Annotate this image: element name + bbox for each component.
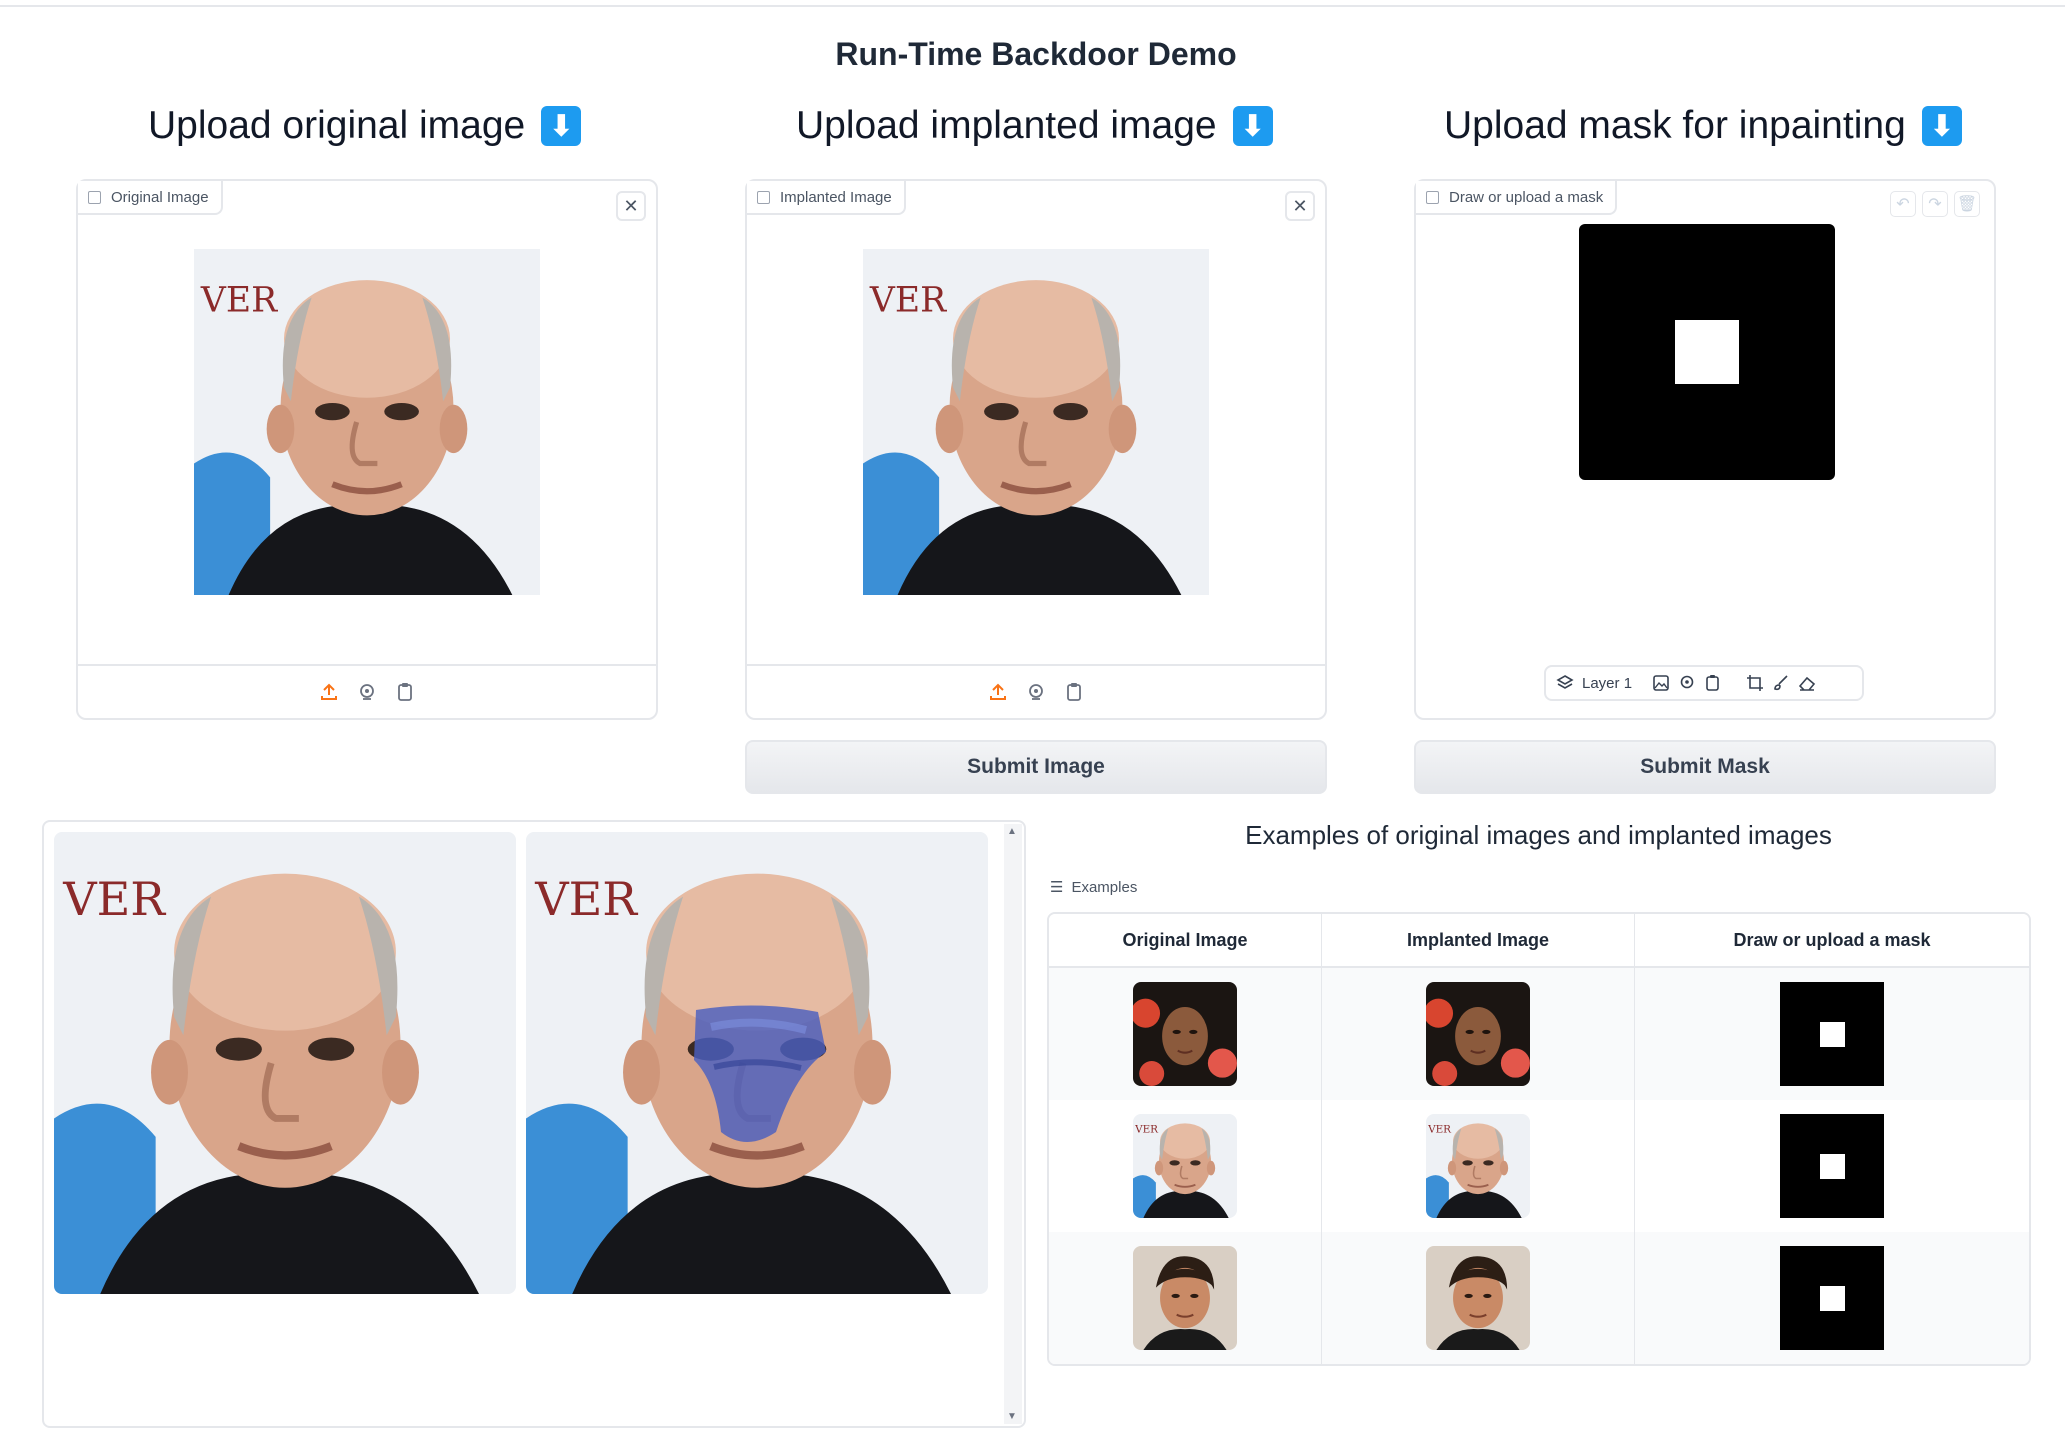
down-arrow-icon: ⬇ xyxy=(541,106,582,146)
heading-original-text: Upload original image xyxy=(148,104,526,147)
examples-title: Examples of original images and implante… xyxy=(1245,820,1832,850)
redo-icon[interactable]: ↷ xyxy=(1922,191,1948,217)
submit-mask-button[interactable]: Submit Mask xyxy=(1414,740,1996,794)
example-cell-implanted[interactable] xyxy=(1322,1232,1635,1364)
clipboard-icon[interactable] xyxy=(1063,681,1085,703)
mask-toolbar: Layer 1 xyxy=(1544,665,1864,701)
examples-table: Original Image Implanted Image Draw or u… xyxy=(1047,912,2031,1366)
heading-implanted-text: Upload implanted image xyxy=(796,104,1217,147)
example-cell-original[interactable] xyxy=(1049,1232,1322,1364)
example-cell-mask[interactable] xyxy=(1635,1100,2029,1232)
header-mask: Draw or upload a mask xyxy=(1635,914,2029,968)
webcam-icon[interactable] xyxy=(1678,674,1696,692)
heading-mask-text: Upload mask for inpainting xyxy=(1444,104,1906,147)
output-inpainted-image[interactable] xyxy=(526,832,988,1294)
header-original-image: Original Image xyxy=(1049,914,1322,968)
layer-label[interactable]: Layer 1 xyxy=(1582,675,1632,692)
example-cell-implanted[interactable] xyxy=(1322,1100,1635,1232)
example-cell-mask[interactable] xyxy=(1635,1232,2029,1364)
layers-icon[interactable] xyxy=(1556,674,1574,692)
crop-icon[interactable] xyxy=(1746,674,1764,692)
face-photo xyxy=(863,249,1209,595)
image-icon xyxy=(88,190,101,204)
implanted-image-label-text: Implanted Image xyxy=(780,188,892,206)
examples-label: ☰ Examples xyxy=(1050,878,1138,897)
examples-label-text: Examples xyxy=(1071,878,1138,896)
down-arrow-icon: ⬇ xyxy=(1921,106,1962,146)
mask-thumbnail[interactable] xyxy=(1780,1246,1884,1350)
webcam-icon[interactable] xyxy=(356,681,378,703)
implanted-image-label: Implanted Image xyxy=(747,181,906,215)
example-thumbnail[interactable] xyxy=(1133,982,1237,1086)
example-row[interactable] xyxy=(1049,968,2029,1100)
example-cell-original[interactable] xyxy=(1049,968,1322,1100)
original-image-preview xyxy=(194,249,540,595)
down-arrow-icon: ⬇ xyxy=(1232,106,1273,146)
implanted-image-preview xyxy=(863,249,1209,595)
mask-canvas[interactable] xyxy=(1579,224,1835,480)
mask-thumbnail[interactable] xyxy=(1780,982,1884,1086)
example-thumbnail[interactable] xyxy=(1426,1246,1530,1350)
eraser-icon[interactable] xyxy=(1798,674,1816,692)
example-thumbnail[interactable] xyxy=(1426,982,1530,1086)
undo-icon[interactable]: ↶ xyxy=(1890,191,1916,217)
scroll-down-icon[interactable]: ▼ xyxy=(1007,1411,1017,1422)
example-row[interactable] xyxy=(1049,1100,2029,1232)
example-thumbnail[interactable] xyxy=(1133,1114,1237,1218)
webcam-icon[interactable] xyxy=(1025,681,1047,703)
face-photo-inpainted xyxy=(526,832,988,1294)
mask-white-square xyxy=(1675,320,1739,384)
example-thumbnail[interactable] xyxy=(1133,1246,1237,1350)
implanted-image-panel[interactable]: Implanted Image ✕ xyxy=(745,179,1327,720)
face-photo xyxy=(54,832,516,1294)
clipboard-icon[interactable] xyxy=(1704,674,1722,692)
close-icon[interactable]: ✕ xyxy=(616,191,646,221)
top-border xyxy=(0,0,2065,7)
heading-mask: Upload mask for inpainting ⬇ xyxy=(1444,104,1962,148)
original-image-label-text: Original Image xyxy=(111,188,209,206)
heading-implanted: Upload implanted image ⬇ xyxy=(796,104,1273,148)
gallery-scrollbar[interactable]: ▲ ▼ xyxy=(1004,824,1022,1424)
close-icon[interactable]: ✕ xyxy=(1285,191,1315,221)
examples-header-row: Original Image Implanted Image Draw or u… xyxy=(1049,914,2029,968)
original-image-source-bar xyxy=(78,664,656,718)
submit-image-button[interactable]: Submit Image xyxy=(745,740,1327,794)
header-implanted-image: Implanted Image xyxy=(1322,914,1635,968)
example-row[interactable] xyxy=(1049,1232,2029,1364)
original-image-panel[interactable]: Original Image ✕ xyxy=(76,179,658,720)
heading-original: Upload original image ⬇ xyxy=(148,104,582,148)
output-original-image[interactable] xyxy=(54,832,516,1294)
mask-label-text: Draw or upload a mask xyxy=(1449,188,1604,206)
upload-icon[interactable] xyxy=(987,681,1009,703)
example-cell-implanted[interactable] xyxy=(1322,968,1635,1100)
clipboard-icon[interactable] xyxy=(394,681,416,703)
page-title: Run-Time Backdoor Demo xyxy=(835,36,1237,72)
output-gallery: ▲ ▼ xyxy=(42,820,1026,1428)
scroll-up-icon[interactable]: ▲ xyxy=(1007,826,1017,837)
mask-editor-panel[interactable]: Draw or upload a mask ↶ ↷ 🗑 Layer 1 xyxy=(1414,179,1996,720)
face-photo xyxy=(194,249,540,595)
list-icon: ☰ xyxy=(1050,879,1064,896)
original-image-label: Original Image xyxy=(78,181,223,215)
example-thumbnail[interactable] xyxy=(1426,1114,1530,1218)
upload-icon[interactable] xyxy=(318,681,340,703)
brush-icon[interactable] xyxy=(1772,674,1790,692)
mask-thumbnail[interactable] xyxy=(1780,1114,1884,1218)
trash-icon[interactable]: 🗑 xyxy=(1954,191,1980,217)
image-icon xyxy=(757,190,770,204)
image-icon[interactable] xyxy=(1652,674,1670,692)
example-cell-original[interactable] xyxy=(1049,1100,1322,1232)
implanted-image-source-bar xyxy=(747,664,1325,718)
image-icon xyxy=(1426,190,1439,204)
mask-label: Draw or upload a mask xyxy=(1416,181,1618,215)
example-cell-mask[interactable] xyxy=(1635,968,2029,1100)
